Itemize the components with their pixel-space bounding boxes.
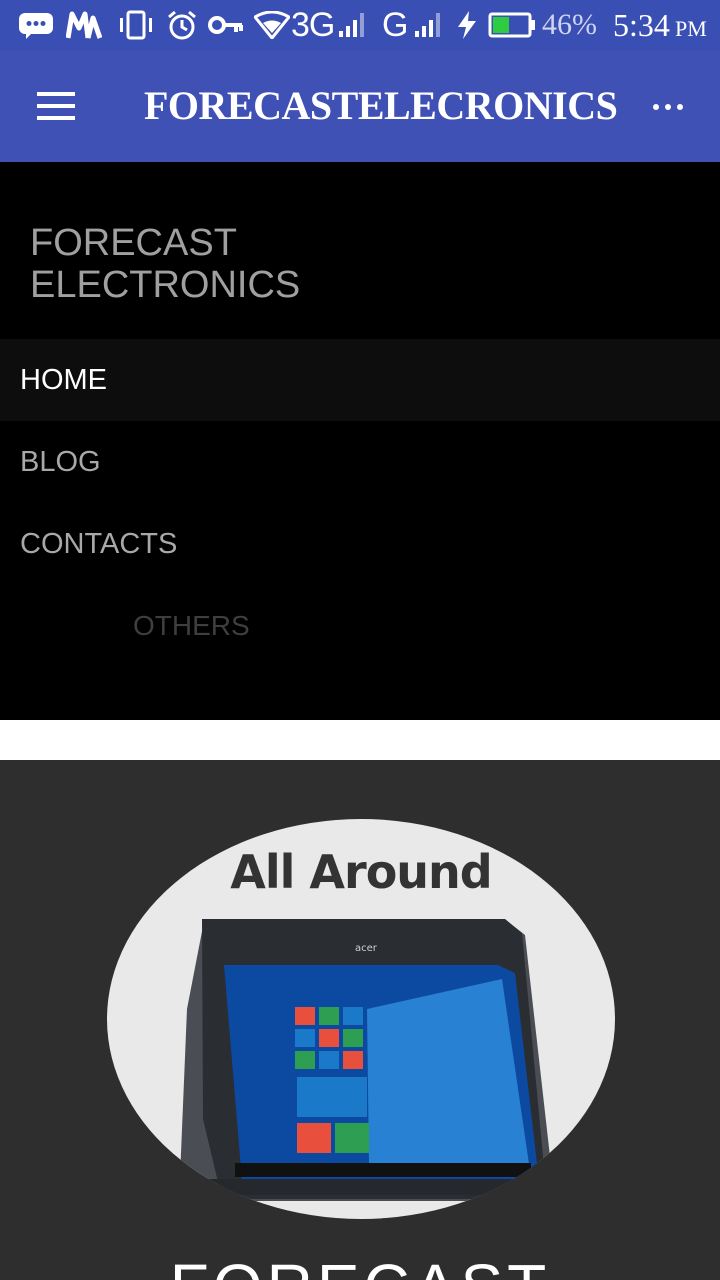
nav-item-others[interactable]: OTHERS [133,610,250,642]
hamburger-icon-line [37,104,75,108]
network-g-label: G [382,5,408,44]
app-title: FORECASTELECRONICS [144,83,618,128]
laptop-base [157,1179,577,1195]
hero-logo: All Around acer [107,819,615,1219]
status-bar: 3G G 46% 5:34 PM [0,0,720,50]
app-bar: FORECASTELECRONICS [0,50,720,162]
vpn-key-icon [208,0,244,50]
site-brand[interactable]: FORECAST ELECTRONICS [30,222,300,306]
hero-title: FORECAST [0,1250,720,1280]
battery-icon [488,0,536,50]
hero-section: All Around acer FORECAST [0,760,720,1280]
charging-icon [456,0,478,50]
hamburger-icon-line [37,116,75,120]
more-dot [665,104,671,110]
signal-icon [338,0,366,50]
vibrate-icon [116,0,156,50]
brand-line-1: FORECAST [30,222,237,264]
section-divider [0,720,720,760]
more-dot [677,104,683,110]
windows-logo-glow [367,979,529,1164]
menu-button[interactable] [30,86,82,126]
overflow-menu-button[interactable] [640,86,696,126]
taskbar [235,1163,531,1177]
more-dots-icon [653,104,659,110]
messages-icon [18,0,54,50]
network-3g-label: 3G [291,5,335,44]
battery-percent: 46% [542,8,597,41]
mtn-icon [66,0,102,50]
nav-item-blog[interactable]: BLOG [0,421,720,503]
nav-item-contacts[interactable]: CONTACTS [0,503,720,585]
alarm-icon [166,0,198,50]
brand-line-2: ELECTRONICS [30,264,301,306]
nav-item-home[interactable]: HOME [0,339,720,421]
clock-time: 5:34 [613,6,670,43]
laptop-illustration: acer [157,919,577,1201]
clock-ampm: PM [675,16,707,41]
signal-icon [414,0,442,50]
laptop-brand-logo: acer [355,943,378,954]
hamburger-icon [37,92,75,96]
wifi-icon [254,0,290,50]
